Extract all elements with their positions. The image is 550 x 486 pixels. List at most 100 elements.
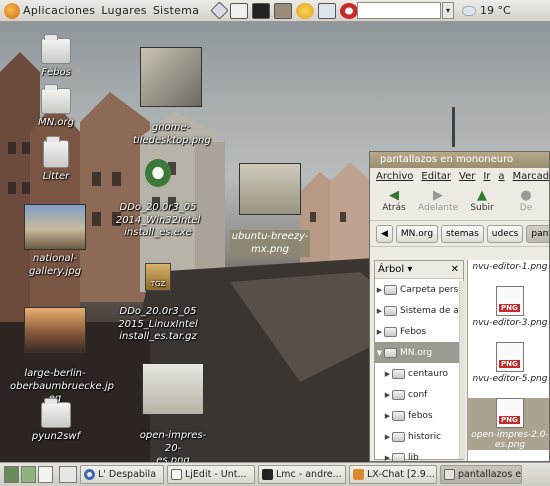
folder-icon	[384, 284, 397, 295]
menu-ir[interactable]: Ir	[483, 171, 490, 182]
folder-icon	[392, 452, 405, 461]
settings-icon[interactable]	[296, 2, 315, 19]
expand-icon[interactable]: ▶	[383, 454, 392, 462]
terminal-icon	[262, 469, 273, 480]
tree-item-label: MN.org	[400, 347, 433, 358]
sidebar-header[interactable]: Árbol ▾ ✕	[375, 261, 463, 279]
png-file-icon	[496, 286, 524, 316]
breadcrumb-mn-org[interactable]: MN.org	[395, 224, 439, 243]
file-item[interactable]: nvu-editor-1.png	[468, 262, 549, 272]
cloud-icon	[462, 5, 476, 16]
desktop-icon-litter[interactable]: Litter	[18, 136, 94, 184]
workspace-1[interactable]	[21, 466, 36, 483]
terminal-icon[interactable]	[252, 2, 271, 19]
file-item[interactable]: nvu-editor-3.png	[468, 286, 549, 328]
breadcrumb-udecs[interactable]: udecs	[486, 224, 524, 243]
file-item-selected[interactable]: open-impres-2.0- es.png	[468, 398, 549, 450]
image-thumbnail-icon	[24, 204, 86, 250]
task-button[interactable]: L' Despabila	[80, 465, 164, 484]
tree-item[interactable]: ▶ historic	[375, 426, 463, 447]
menu-ver[interactable]: Ver	[459, 171, 475, 182]
folder-icon	[392, 368, 405, 379]
menu-lugares[interactable]: Lugares	[101, 4, 147, 17]
tree-item[interactable]: ▶ Sistema de a	[375, 300, 463, 321]
task-button[interactable]: LjEdit - Unt...	[167, 465, 255, 484]
installer-icon	[145, 158, 171, 187]
expand-icon[interactable]: ▶	[375, 307, 384, 315]
image-thumbnail-icon	[239, 162, 301, 215]
search-dropdown-icon[interactable]: ▾	[442, 2, 454, 19]
folder-icon	[41, 398, 71, 428]
forward-button[interactable]: ▶ Adelante	[418, 189, 459, 214]
sidebar-title: Árbol	[378, 264, 405, 275]
mail-icon[interactable]	[230, 2, 249, 19]
tree-item[interactable]: ▶ Carpeta pers	[375, 279, 463, 300]
desktop-icon-ddo-win32[interactable]: DDo_20.0r3_05 2014_Win32Intel install_es…	[112, 146, 204, 252]
expand-icon[interactable]: ▶	[375, 328, 384, 336]
folder-icon	[392, 410, 405, 421]
network-icon[interactable]	[210, 1, 229, 20]
weather-applet[interactable]: 19 °C	[462, 4, 511, 17]
desktop-icon-ddo-linux[interactable]: TGZ DDo_20.0r3_05 2015_LinuxIntel instal…	[112, 250, 204, 356]
collapse-icon[interactable]: ▼	[375, 349, 384, 357]
up-button[interactable]: ▲ Subir	[462, 189, 502, 214]
tree-item[interactable]: ▶ centauro	[375, 363, 463, 384]
desktop-icon-gnome-tiledesktop[interactable]: gnome- tiledesktop.png	[133, 34, 211, 160]
desktop-icon-label: national-gallery.jpg	[28, 253, 82, 277]
forward-label: Adelante	[418, 203, 459, 213]
stop-icon: ●	[520, 188, 532, 203]
ubuntu-logo-icon[interactable]	[4, 2, 20, 19]
task-button-active[interactable]: pantallazos e...	[440, 465, 522, 484]
desktop-icon-febos[interactable]: Febos	[18, 34, 94, 80]
expand-icon[interactable]: ▶	[383, 433, 392, 441]
file-item[interactable]: nvu-editor-5.png	[468, 342, 549, 384]
tree-item[interactable]: ▶ Febos	[375, 321, 463, 342]
menu-marcadores[interactable]: Marcadores	[513, 171, 549, 182]
file-label: nvu-editor-5.png	[472, 374, 548, 384]
folder-icon	[392, 431, 405, 442]
menu-aplicaciones[interactable]: Aplicaciones	[23, 4, 95, 17]
menu-sistema[interactable]: Sistema	[153, 4, 199, 17]
temperature-text: 19 °C	[480, 4, 511, 17]
menu-editar[interactable]: Editar	[421, 171, 451, 182]
file-label: open-impres-2.0- es.png	[471, 430, 549, 450]
trash-icon	[43, 136, 69, 168]
stop-button[interactable]: ● De	[506, 188, 546, 214]
desktop-icon-national-gallery[interactable]: national-gallery.jpg	[10, 204, 100, 278]
tree-item[interactable]: ▶ lib	[375, 447, 463, 462]
desktop-icon-pyun2swf[interactable]: pyun2swf	[18, 398, 94, 444]
desktop-icon-ubuntu-breezy[interactable]: ubuntu-breezy- mx.png	[230, 150, 310, 270]
breadcrumb-pantallazos[interactable]: pantallazos	[526, 224, 549, 243]
folder-icon	[444, 469, 455, 480]
expand-icon[interactable]: ▶	[375, 286, 384, 294]
tgz-archive-icon: TGZ	[145, 262, 171, 291]
screenshot-icon[interactable]	[318, 2, 337, 19]
task-button[interactable]: Lmc - andre...	[258, 465, 346, 484]
firefox-icon[interactable]	[340, 2, 359, 19]
show-desktop-icon[interactable]	[4, 466, 19, 483]
image-thumbnail-icon	[140, 46, 202, 107]
tree-item[interactable]: ▼ MN.org	[375, 342, 463, 363]
workspace-3[interactable]	[59, 466, 77, 483]
back-button[interactable]: ◀ Atrás	[374, 189, 414, 214]
gimp-icon[interactable]	[274, 2, 293, 19]
search-input[interactable]	[357, 2, 441, 19]
desktop-icon-open-impres[interactable]: open-impres-20- es.png	[133, 350, 213, 480]
expand-icon[interactable]: ▶	[383, 370, 392, 378]
desktop-icon-mn-org[interactable]: MN.org	[18, 84, 94, 130]
menu-a[interactable]: a	[498, 171, 504, 182]
close-sidebar-icon[interactable]: ✕	[451, 261, 459, 279]
chat-icon	[353, 469, 364, 480]
menu-archivo[interactable]: Archivo	[376, 171, 413, 182]
breadcrumb-back-icon[interactable]: ◀	[376, 224, 393, 243]
sidebar-scrollbar[interactable]	[459, 281, 465, 459]
workspace-2[interactable]	[38, 466, 53, 483]
task-button[interactable]: LX-Chat [2.9...	[349, 465, 437, 484]
expand-icon[interactable]: ▶	[383, 391, 392, 399]
tree-item[interactable]: ▶ conf	[375, 384, 463, 405]
tree-item[interactable]: ▶ febos	[375, 405, 463, 426]
breadcrumb-stemas[interactable]: stemas	[441, 224, 484, 243]
location-bar: ◀ MN.org stemas udecs pantallazos	[370, 221, 549, 247]
expand-icon[interactable]: ▶	[383, 412, 392, 420]
window-title[interactable]: pantallazos en mononeuro	[370, 152, 549, 168]
